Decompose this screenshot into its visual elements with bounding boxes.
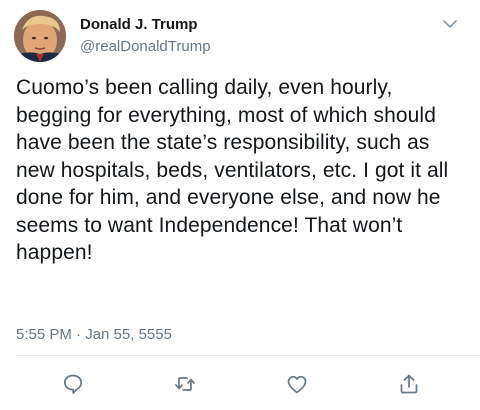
action-bar — [0, 372, 480, 398]
heart-icon[interactable] — [285, 372, 309, 396]
share-icon[interactable] — [397, 372, 421, 396]
tweet-text: Cuomo’s been calling daily, even hourly,… — [16, 76, 449, 264]
chevron-down-icon[interactable] — [440, 14, 460, 34]
author-handle[interactable]: @realDonaldTrump — [80, 38, 211, 56]
avatar[interactable] — [14, 10, 66, 62]
divider — [16, 355, 480, 356]
author-name[interactable]: Donald J. Trump — [80, 16, 198, 34]
reply-icon[interactable] — [61, 372, 85, 396]
tweet-card: Donald J. Trump @realDonaldTrump Cuomo’s… — [0, 0, 480, 410]
retweet-icon[interactable] — [173, 372, 197, 396]
tweet-timestamp[interactable]: 5:55 PM · Jan 55, 5555 — [16, 326, 172, 344]
